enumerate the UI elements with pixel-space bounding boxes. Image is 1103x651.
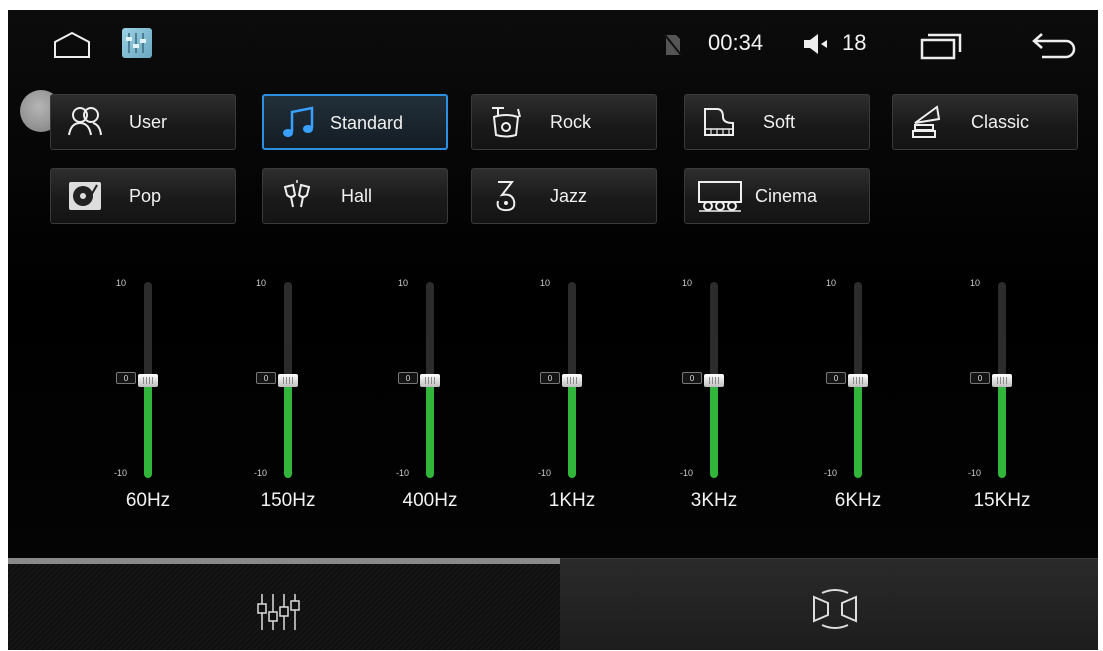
music-note-icon (283, 106, 314, 137)
eq-slider-knob[interactable] (420, 374, 440, 387)
eq-level-fill (568, 380, 576, 478)
preset-cinema-button[interactable]: Cinema (684, 168, 870, 224)
speaker-balance-icon (813, 589, 857, 629)
eq-slider-knob[interactable] (562, 374, 582, 387)
eq-max-label: 10 (682, 278, 693, 288)
saxophone-icon (496, 181, 516, 212)
preset-label: Classic (971, 112, 1030, 132)
eq-band: 10 -10 0 150Hz (228, 272, 348, 522)
eq-zero-marker: 0 (970, 372, 990, 384)
eq-band: 10 -10 0 1KHz (512, 272, 632, 522)
preset-label: Pop (129, 186, 162, 206)
eq-max-label: 10 (398, 278, 409, 288)
eq-band: 10 -10 0 400Hz (370, 272, 490, 522)
eq-band: 10 -10 0 15KHz (942, 272, 1062, 522)
eq-min-label: -10 (538, 468, 552, 478)
eq-zero-marker: 0 (540, 372, 560, 384)
equalizer-sliders-icon (257, 594, 300, 630)
eq-min-label: -10 (680, 468, 694, 478)
preset-label: Rock (550, 112, 592, 132)
eq-max-label: 10 (970, 278, 981, 288)
no-sim-icon (664, 34, 682, 56)
eq-min-label: -10 (824, 468, 838, 478)
cheers-icon (283, 180, 311, 208)
eq-level-fill (284, 380, 292, 478)
home-icon[interactable] (52, 30, 92, 60)
eq-slider-knob[interactable] (278, 374, 298, 387)
eq-level-fill (144, 380, 152, 478)
eq-frequency-label: 400Hz (402, 490, 458, 511)
volume-level: 18 (842, 30, 867, 55)
eq-zero-marker: 0 (682, 372, 702, 384)
eq-band: 10 -10 0 6KHz (798, 272, 918, 522)
eq-frequency-label: 1KHz (548, 490, 596, 511)
preset-pop-button[interactable]: Pop (50, 168, 236, 224)
volume-icon[interactable] (801, 32, 831, 56)
preset-soft-button[interactable]: Soft (684, 94, 870, 150)
preset-jazz-button[interactable]: Jazz (471, 168, 657, 224)
eq-max-label: 10 (540, 278, 551, 288)
eq-frequency-label: 15KHz (973, 490, 1031, 511)
preset-label: Cinema (755, 186, 818, 206)
tab-equalizer[interactable] (8, 558, 560, 650)
preset-standard-button[interactable]: Standard (262, 94, 448, 150)
eq-zero-marker: 0 (398, 372, 418, 384)
piano-icon (704, 108, 734, 136)
preset-hall-button[interactable]: Hall (262, 168, 448, 224)
eq-frequency-label: 150Hz (260, 490, 316, 511)
eq-band: 10 -10 0 60Hz (88, 272, 208, 522)
eq-frequency-label: 6KHz (834, 490, 882, 511)
recent-apps-icon[interactable] (918, 32, 964, 60)
eq-min-label: -10 (254, 468, 268, 478)
preset-user-button[interactable]: User (50, 94, 236, 150)
preset-rock-button[interactable]: Rock (471, 94, 657, 150)
eq-min-label: -10 (968, 468, 982, 478)
eq-slider-knob[interactable] (704, 374, 724, 387)
eq-min-label: -10 (114, 468, 128, 478)
eq-max-label: 10 (256, 278, 267, 288)
eq-band: 10 -10 0 3KHz (654, 272, 774, 522)
gramophone-icon (912, 105, 941, 138)
equalizer-screen: 00:34 18 User Standard Rock Soft Classic… (8, 10, 1098, 650)
back-icon[interactable] (1028, 30, 1078, 60)
eq-frequency-label: 60Hz (125, 490, 171, 511)
eq-zero-marker: 0 (116, 372, 136, 384)
eq-max-label: 10 (826, 278, 837, 288)
eq-slider-knob[interactable] (138, 374, 158, 387)
people-icon (68, 107, 102, 136)
eq-level-fill (854, 380, 862, 478)
eq-min-label: -10 (396, 468, 410, 478)
preset-label: Standard (330, 113, 404, 133)
eq-frequency-label: 3KHz (690, 490, 738, 511)
eq-slider-knob[interactable] (992, 374, 1012, 387)
preset-label: User (129, 112, 168, 132)
tab-balance[interactable] (560, 558, 1098, 650)
eq-slider-knob[interactable] (848, 374, 868, 387)
preset-label: Hall (341, 186, 373, 206)
preset-classic-button[interactable]: Classic (892, 94, 1078, 150)
status-bar: 00:34 18 (8, 10, 1098, 76)
drum-icon (492, 107, 521, 138)
equalizer-app-icon[interactable] (122, 28, 152, 58)
cinema-icon (698, 181, 742, 212)
eq-level-fill (710, 380, 718, 478)
eq-zero-marker: 0 (826, 372, 846, 384)
eq-max-label: 10 (116, 278, 127, 288)
eq-level-fill (426, 380, 434, 478)
eq-zero-marker: 0 (256, 372, 276, 384)
preset-label: Soft (763, 112, 796, 132)
bottom-tab-bar (8, 558, 1098, 650)
clock-time: 00:34 (708, 30, 764, 55)
turntable-icon (69, 182, 101, 210)
eq-level-fill (998, 380, 1006, 478)
preset-label: Jazz (550, 186, 588, 206)
